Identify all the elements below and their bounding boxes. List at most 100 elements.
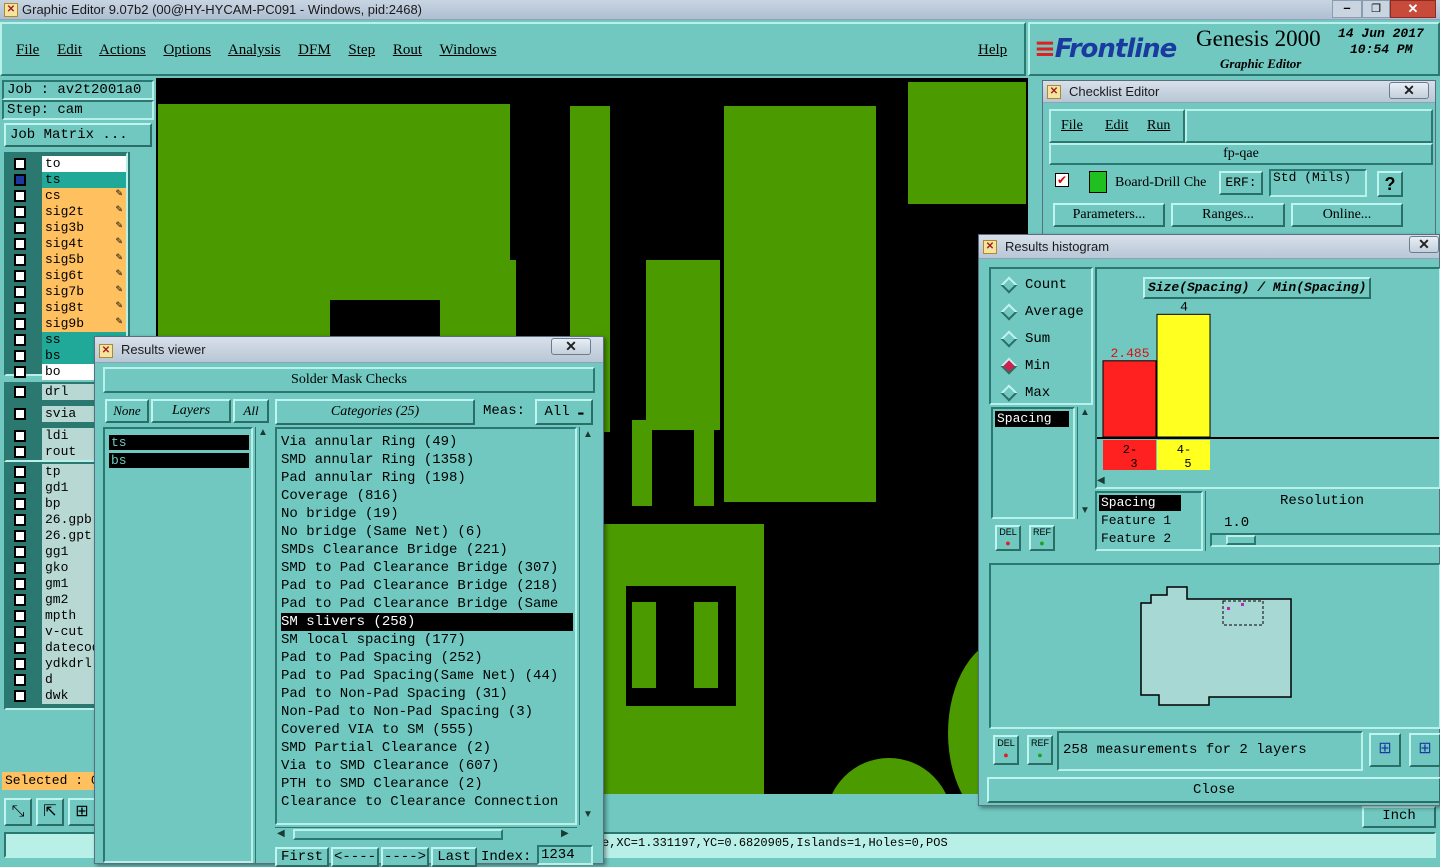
layer-name[interactable]: sig7b [42, 284, 126, 300]
layer-checkbox[interactable] [14, 562, 26, 574]
layer-row[interactable]: sig6t ✎ [10, 268, 126, 284]
histogram-bar[interactable] [1156, 313, 1211, 438]
layer-name[interactable]: sig3b [42, 220, 126, 236]
scroll-down-icon[interactable]: ▼ [1079, 505, 1091, 517]
category-item[interactable]: Covered VIA to SM (555) [281, 721, 573, 739]
maximize-button[interactable]: ❐ [1362, 0, 1390, 18]
option-max[interactable]: Max [991, 383, 1091, 403]
none-button[interactable]: None [105, 399, 149, 423]
units-button[interactable]: Inch [1362, 806, 1436, 828]
layer-checkbox[interactable] [14, 206, 26, 218]
tool-measure-button[interactable]: ⇱ [36, 798, 64, 826]
erf-button[interactable]: ERF: [1219, 171, 1263, 195]
layer-checkbox[interactable] [14, 626, 26, 638]
layer-checkbox[interactable] [14, 430, 26, 442]
category-item[interactable]: No bridge (19) [281, 505, 573, 523]
layer-row[interactable]: sig9b ✎ [10, 316, 126, 332]
all-button[interactable]: All [233, 399, 269, 423]
ranges-button[interactable]: Ranges... [1171, 203, 1285, 227]
category-item[interactable]: Coverage (816) [281, 487, 573, 505]
option-average[interactable]: Average [991, 302, 1091, 322]
online-button[interactable]: Online... [1291, 203, 1403, 227]
checklist-menu-file[interactable]: File [1061, 118, 1083, 134]
layer-name[interactable]: cs [42, 188, 126, 204]
option-count[interactable]: Count [991, 275, 1091, 295]
layer-row[interactable]: sig2t ✎ [10, 204, 126, 220]
layer-checkbox[interactable] [14, 302, 26, 314]
scroll-up-icon[interactable]: ▲ [580, 429, 596, 441]
index-input[interactable]: 1234 [537, 845, 593, 865]
category-item[interactable]: PTH to SMD Clearance (2) [281, 775, 573, 793]
parameters-button[interactable]: Parameters... [1053, 203, 1165, 227]
prev-button[interactable]: <---- [331, 847, 379, 867]
categories-button[interactable]: Categories (25) [275, 399, 475, 425]
next-button[interactable]: ----> [381, 847, 429, 867]
layer-checkbox[interactable] [14, 578, 26, 590]
layer-row[interactable]: sig5b ✎ [10, 252, 126, 268]
layer-checkbox[interactable] [14, 642, 26, 654]
layer-checkbox[interactable] [14, 610, 26, 622]
option-sum[interactable]: Sum [991, 329, 1091, 349]
layer-checkbox[interactable] [14, 530, 26, 542]
layer-list-scrollbar-v[interactable]: ▲ [255, 427, 269, 863]
resolution-slider[interactable] [1210, 533, 1440, 547]
tool-zoom-button[interactable]: ⤡ [4, 798, 32, 826]
layer-checkbox[interactable] [14, 190, 26, 202]
checklist-menu-run[interactable]: Run [1147, 118, 1170, 134]
layer-name[interactable]: sig6t [42, 268, 126, 284]
menu-analysis[interactable]: Analysis [228, 42, 281, 58]
layer-row[interactable]: sig8t ✎ [10, 300, 126, 316]
menu-actions[interactable]: Actions [99, 42, 146, 58]
layer-checkbox[interactable] [14, 546, 26, 558]
radio-icon[interactable] [1000, 276, 1018, 294]
field-item[interactable]: Spacing [1099, 495, 1181, 511]
field-item[interactable]: Feature 2 [1099, 531, 1181, 547]
menu-windows[interactable]: Windows [440, 42, 497, 58]
layer-row[interactable]: ts [10, 172, 126, 188]
categories-scrollbar-v[interactable]: ▲ ▼ [579, 427, 595, 825]
results-viewer-close-icon[interactable]: ✕ [551, 338, 591, 355]
scroll-right-icon[interactable]: ▶ [561, 828, 569, 840]
category-item[interactable]: SMD Partial Clearance (2) [281, 739, 573, 757]
layer-checkbox[interactable] [14, 334, 26, 346]
scroll-up-icon[interactable]: ▲ [256, 427, 270, 439]
layer-checkbox[interactable] [14, 674, 26, 686]
layer-name[interactable]: ts [42, 172, 126, 188]
category-item[interactable]: Pad to Pad Clearance Bridge (218) [281, 577, 573, 595]
layer-checkbox[interactable] [14, 690, 26, 702]
export-icon-button-2[interactable]: ⊞ [1409, 733, 1440, 767]
erf-input[interactable]: Std (Mils) [1269, 169, 1367, 197]
ref-button-2[interactable]: REF ● [1027, 735, 1053, 765]
category-item[interactable]: Pad to Pad Spacing(Same Net) (44) [281, 667, 573, 685]
layer-checkbox[interactable] [14, 158, 26, 170]
layer-checkbox[interactable] [14, 658, 26, 670]
layers-button[interactable]: Layers [151, 399, 231, 423]
category-item[interactable]: Clearance to Clearance Connection [281, 793, 573, 811]
category-item[interactable]: SMD to Pad Clearance Bridge (307) [281, 559, 573, 577]
checklist-menu-edit[interactable]: Edit [1105, 118, 1128, 134]
checklist-close-icon[interactable]: ✕ [1389, 82, 1429, 99]
radio-icon[interactable] [1000, 384, 1018, 402]
radio-icon[interactable] [1000, 303, 1018, 321]
categories-scrollbar-h[interactable]: ◀ ▶ [275, 827, 577, 841]
layer-name[interactable]: to [42, 156, 126, 172]
layer-name[interactable]: sig8t [42, 300, 126, 316]
close-button[interactable]: Close [987, 777, 1440, 803]
layer-checkbox[interactable] [14, 222, 26, 234]
ref-button[interactable]: REF ● [1029, 525, 1055, 551]
field-item[interactable]: Feature 1 [1099, 513, 1181, 529]
layer-checkbox[interactable] [14, 350, 26, 362]
result-layer-item[interactable]: ts [109, 435, 249, 450]
scroll-left-icon[interactable]: ◀ [277, 828, 285, 840]
category-item[interactable]: SM local spacing (177) [281, 631, 573, 649]
radio-icon[interactable] [1000, 357, 1018, 375]
layer-checkbox[interactable] [14, 270, 26, 282]
scroll-down-icon[interactable]: ▼ [580, 809, 596, 821]
category-item[interactable]: Pad to Pad Spacing (252) [281, 649, 573, 667]
job-matrix-button[interactable]: Job Matrix ... [4, 123, 152, 147]
layer-checkbox[interactable] [14, 238, 26, 250]
layer-name[interactable]: sig9b [42, 316, 126, 332]
histogram-close-icon[interactable]: ✕ [1409, 236, 1439, 253]
layer-row[interactable]: sig3b ✎ [10, 220, 126, 236]
action-checkbox[interactable]: ✔ [1055, 173, 1069, 187]
